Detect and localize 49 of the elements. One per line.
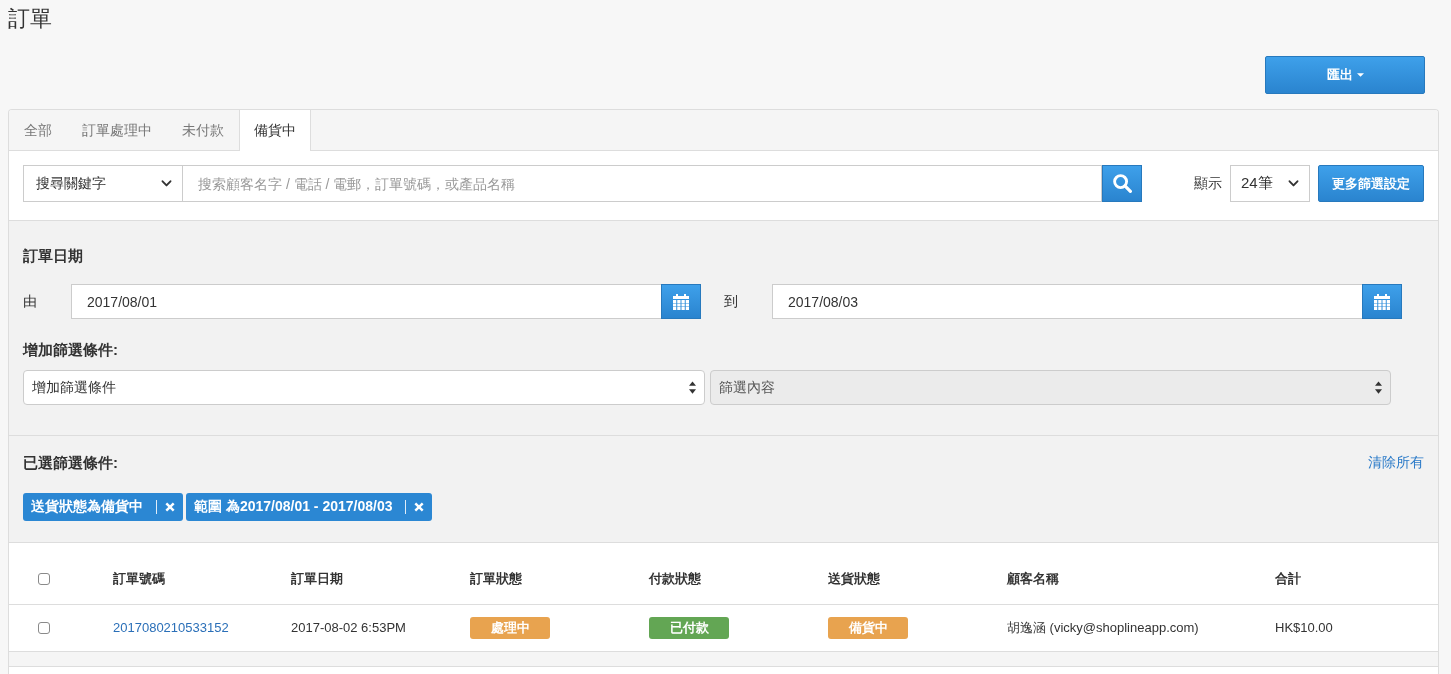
column-header: 顧客名稱	[992, 554, 1260, 604]
section-label: 訂單日期	[23, 246, 84, 266]
tab[interactable]: 備貨中	[239, 110, 311, 151]
tab[interactable]: 訂單處理中	[67, 110, 167, 151]
section-label: 增加篩選條件:	[23, 340, 119, 360]
column-header: 訂單日期	[276, 554, 455, 604]
chevron-down-icon	[161, 180, 172, 187]
page-size-label: 顯示	[1194, 174, 1222, 193]
search-button[interactable]	[1102, 165, 1142, 202]
checkbox[interactable]	[38, 572, 50, 585]
close-icon[interactable]	[414, 502, 425, 512]
close-icon[interactable]	[165, 502, 175, 512]
search-icon	[1112, 174, 1132, 193]
date-field[interactable]: 2017/08/03	[772, 284, 1362, 319]
date-field[interactable]: 2017/08/01	[71, 284, 661, 319]
calendar-icon	[1374, 293, 1390, 310]
table-cell: 胡逸涵 (vicky@shoplineapp.com)	[992, 604, 1260, 651]
chip-label: 送貨狀態為備貨中	[31, 498, 143, 516]
clear-all-link[interactable]: 清除所有	[1368, 454, 1424, 472]
field-label: 到	[724, 292, 739, 311]
table-cell: 2017-08-02 6:53PM	[276, 604, 455, 651]
calendar-button[interactable]	[661, 284, 701, 319]
status-badge: 處理中	[470, 616, 550, 639]
sort-arrows-icon	[688, 381, 696, 394]
search-scope-select[interactable]: 搜尋關鍵字	[23, 165, 182, 202]
column-header: 合計	[1260, 554, 1438, 604]
tab[interactable]: 未付款	[167, 110, 239, 151]
search-field[interactable]: 搜索顧客名字 / 電話 / 電郵，訂單號碼，或產品名稱	[182, 165, 1102, 202]
column-header: 送貨狀態	[813, 554, 992, 604]
calendar-button[interactable]	[1362, 284, 1402, 319]
filter-condition-select[interactable]: 增加篩選條件	[23, 370, 705, 405]
column-header: 付款狀態	[634, 554, 813, 604]
page-title: 訂單	[8, 5, 52, 33]
tab[interactable]: 全部	[9, 110, 67, 151]
chevron-down-icon	[1288, 180, 1299, 187]
chip-label: 範圍 為2017/08/01 - 2017/08/03	[194, 498, 393, 516]
order-number-link[interactable]: 2017080210533152	[113, 620, 229, 635]
calendar-icon	[673, 293, 689, 310]
checkbox[interactable]	[38, 621, 50, 634]
column-header: 訂單號碼	[98, 554, 276, 604]
status-badge: 已付款	[649, 616, 729, 639]
section-label: 已選篩選條件:	[23, 453, 118, 473]
page-size-select[interactable]: 24筆	[1230, 165, 1310, 202]
field-label: 由	[23, 292, 38, 311]
table-cell: HK$10.00	[1260, 604, 1438, 651]
sort-arrows-icon	[1375, 381, 1382, 394]
column-header: 訂單狀態	[455, 554, 634, 604]
caret-down-icon	[1356, 73, 1364, 77]
status-badge: 備貨中	[828, 616, 908, 639]
